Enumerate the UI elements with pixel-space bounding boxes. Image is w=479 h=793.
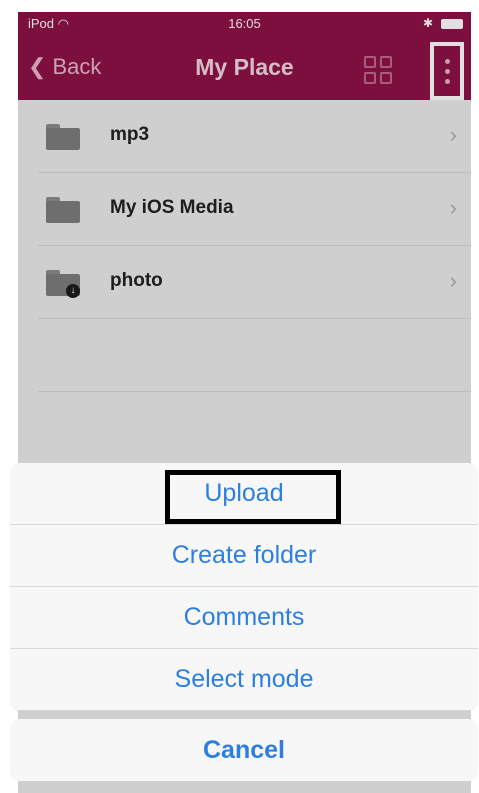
- select-mode-button[interactable]: Select mode: [10, 649, 478, 711]
- create-folder-button[interactable]: Create folder: [10, 525, 478, 587]
- comments-button[interactable]: Comments: [10, 587, 478, 649]
- upload-highlight-box: [165, 470, 341, 524]
- cancel-button[interactable]: Cancel: [10, 719, 478, 781]
- action-sheet: Upload Create folder Comments Select mod…: [10, 463, 478, 711]
